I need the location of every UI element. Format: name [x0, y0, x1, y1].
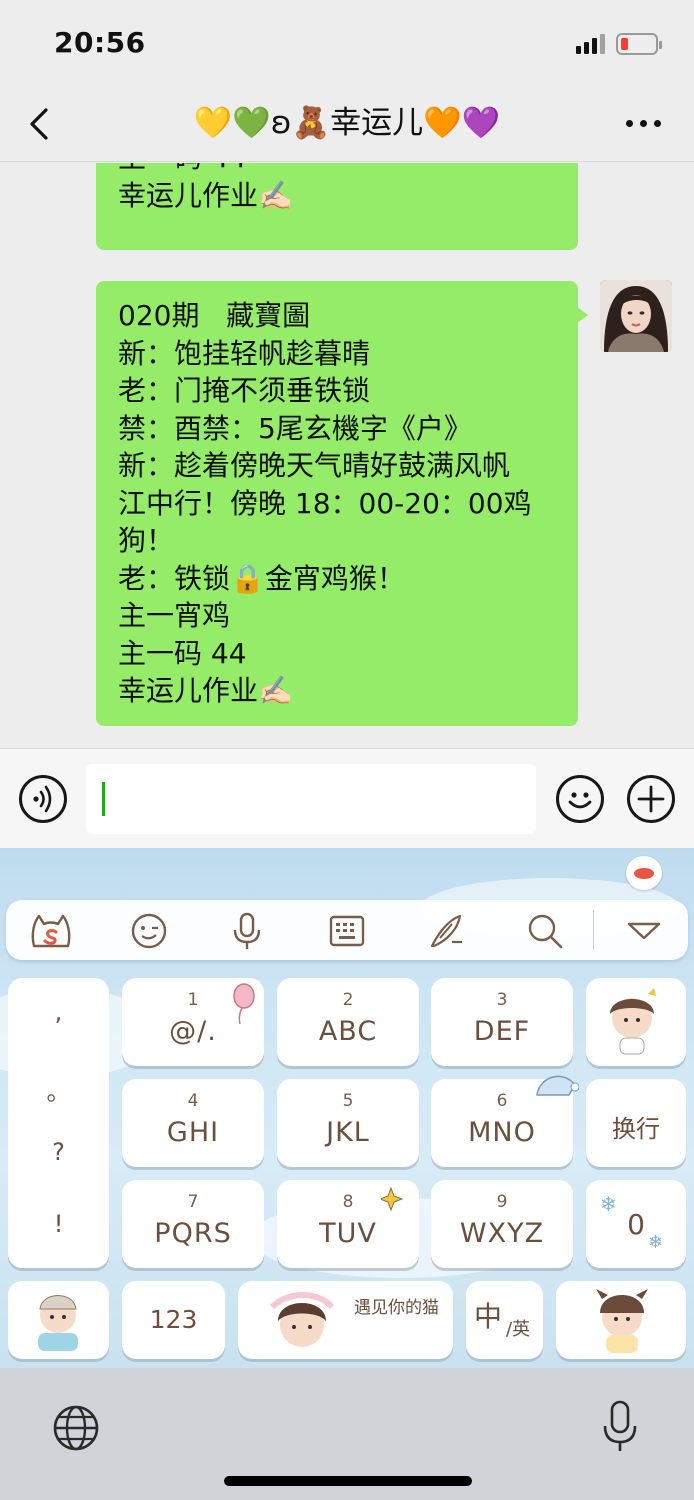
message-line: 狗！: [118, 524, 175, 557]
message-bubble[interactable]: 主一码 44 幸运儿作业✍🏻: [96, 163, 578, 250]
ime-keyboard: , 。 ? ! 1 @/. 2 ABC 3 DEF 4 GHI 5 JKL 6 …: [0, 848, 694, 1368]
message-line: 老：铁锁🔒金宵鸡猴！: [118, 561, 405, 595]
sticker-key[interactable]: [586, 978, 686, 1066]
keyboard-mascot-icon[interactable]: [626, 856, 662, 890]
key-4[interactable]: 4 GHI: [122, 1079, 264, 1167]
key-number: 2: [342, 990, 354, 1010]
signal-icon: [576, 34, 606, 54]
key-0[interactable]: 0 ❄ ❄: [586, 1180, 686, 1268]
newline-label: 换行: [612, 1115, 660, 1143]
boy-sticker-icon: [38, 1295, 78, 1351]
battery-icon: [616, 33, 662, 55]
key-2[interactable]: 2 ABC: [277, 978, 419, 1066]
sparkle-icon: [381, 1186, 404, 1212]
punctuation-column[interactable]: , 。 ? !: [8, 978, 109, 1268]
key-letters: PQRS: [154, 1218, 232, 1249]
key-letters: ABC: [318, 1016, 378, 1047]
key-letters: GHI: [166, 1117, 220, 1148]
text-caret: [102, 782, 105, 816]
status-time: 20:56: [54, 26, 146, 59]
snowflake-icon: ❄: [600, 1192, 617, 1216]
message-line: 江中行！傍晚 18：00-20：00鸡: [118, 486, 532, 520]
handwriting-icon[interactable]: [422, 908, 468, 954]
search-icon[interactable]: [522, 908, 568, 954]
message-line: 新：趁着傍晚天气晴好鼓满风帆: [118, 449, 511, 482]
sticker-key-right[interactable]: [556, 1281, 686, 1359]
composer-bar: [0, 748, 694, 848]
sticker-key-left[interactable]: [8, 1281, 109, 1359]
punct-period[interactable]: 。: [8, 1072, 109, 1107]
key-letters: JKL: [326, 1117, 370, 1148]
key-9[interactable]: 9 WXYZ: [431, 1180, 573, 1268]
message-line: 老：门掩不须垂铁锁: [118, 374, 371, 407]
punct-comma[interactable]: ,: [8, 998, 109, 1026]
newline-key[interactable]: 换行: [586, 1079, 686, 1167]
girl-sticker-icon: [269, 1292, 335, 1347]
chevron-left-icon[interactable]: [26, 106, 56, 142]
lang-switch-key[interactable]: 中 /英: [466, 1281, 543, 1359]
message-line: 主一码 44: [118, 636, 247, 670]
message-list[interactable]: 主一码 44 幸运儿作业✍🏻 020期 藏寶圖 新：饱挂轻帆趁暮晴 老：门掩不须…: [0, 163, 694, 748]
message-bubble[interactable]: 020期 藏寶圖 新：饱挂轻帆趁暮晴 老：门掩不须垂铁锁 禁：酉禁：5尾玄機字《…: [96, 281, 588, 726]
plus-icon[interactable]: [627, 775, 675, 823]
space-key[interactable]: 遇见你的猫: [238, 1281, 453, 1359]
microphone-icon[interactable]: [224, 908, 270, 954]
key-letters: MNO: [468, 1117, 536, 1148]
ime-toolbar: [6, 900, 688, 960]
keyboard-icon[interactable]: [324, 908, 370, 954]
message-line: 主一宵鸡: [118, 599, 231, 632]
chat-header: 💛💚ʚ🧸幸运儿🧡💜: [0, 88, 694, 162]
punct-exclaim[interactable]: !: [8, 1210, 109, 1238]
key-letters: WXYZ: [459, 1218, 545, 1249]
message-input[interactable]: [86, 764, 536, 834]
key-number: 5: [342, 1091, 354, 1111]
num-switch-label: 123: [149, 1305, 198, 1334]
key-7[interactable]: 7 PQRS: [122, 1180, 264, 1268]
key-number: 7: [187, 1192, 199, 1212]
key-number: 9: [496, 1192, 508, 1212]
message-line: 幸运儿作业✍🏻: [118, 674, 293, 707]
lang-en-label: /英: [506, 1319, 531, 1340]
globe-icon[interactable]: [52, 1404, 100, 1452]
balloon-icon: [233, 983, 255, 1025]
cat-boy-sticker-icon: [610, 988, 656, 1055]
emoji-icon[interactable]: [556, 775, 604, 823]
sogou-logo-icon[interactable]: [28, 908, 74, 954]
emoticon-icon[interactable]: [126, 908, 172, 954]
avatar[interactable]: [600, 280, 672, 352]
key-6[interactable]: 6 MNO: [431, 1075, 579, 1167]
more-dots-icon[interactable]: [626, 120, 662, 130]
key-number: 3: [496, 990, 508, 1010]
toolbar-divider: [593, 910, 594, 950]
voice-icon[interactable]: [19, 775, 67, 823]
collapse-icon[interactable]: [621, 908, 667, 954]
hat-icon: [536, 1075, 579, 1096]
snowflake-icon: ❄: [648, 1232, 664, 1253]
key-1[interactable]: 1 @/.: [122, 978, 264, 1066]
message-line: 幸运儿作业✍🏻: [118, 178, 293, 212]
dictation-mic-icon[interactable]: [600, 1400, 640, 1454]
chat-title: 💛💚ʚ🧸幸运儿🧡💜: [193, 105, 501, 141]
punct-question[interactable]: ?: [8, 1138, 109, 1166]
key-letters: DEF: [473, 1016, 531, 1047]
system-keyboard-bar: [0, 1368, 694, 1500]
key-5[interactable]: 5 JKL: [277, 1079, 419, 1167]
num-switch-key[interactable]: 123: [122, 1281, 225, 1359]
lang-cn-label: 中: [474, 1300, 503, 1333]
space-key-label: 遇见你的猫: [354, 1298, 439, 1318]
key-letters: TUV: [319, 1218, 377, 1249]
status-bar: 20:56: [0, 0, 694, 88]
message-line: 主一码 44: [118, 163, 556, 177]
key-3[interactable]: 3 DEF: [431, 978, 573, 1066]
key-8[interactable]: 8 TUV: [277, 1180, 419, 1268]
cat-girl-sticker-icon: [596, 1289, 648, 1353]
key-number: 4: [187, 1091, 199, 1111]
message-line: 020期 藏寶圖: [118, 299, 311, 332]
message-line: 禁：酉禁：5尾玄機字《户》: [118, 411, 472, 445]
message-line: 新：饱挂轻帆趁暮晴: [118, 336, 371, 370]
home-indicator[interactable]: [224, 1476, 472, 1486]
